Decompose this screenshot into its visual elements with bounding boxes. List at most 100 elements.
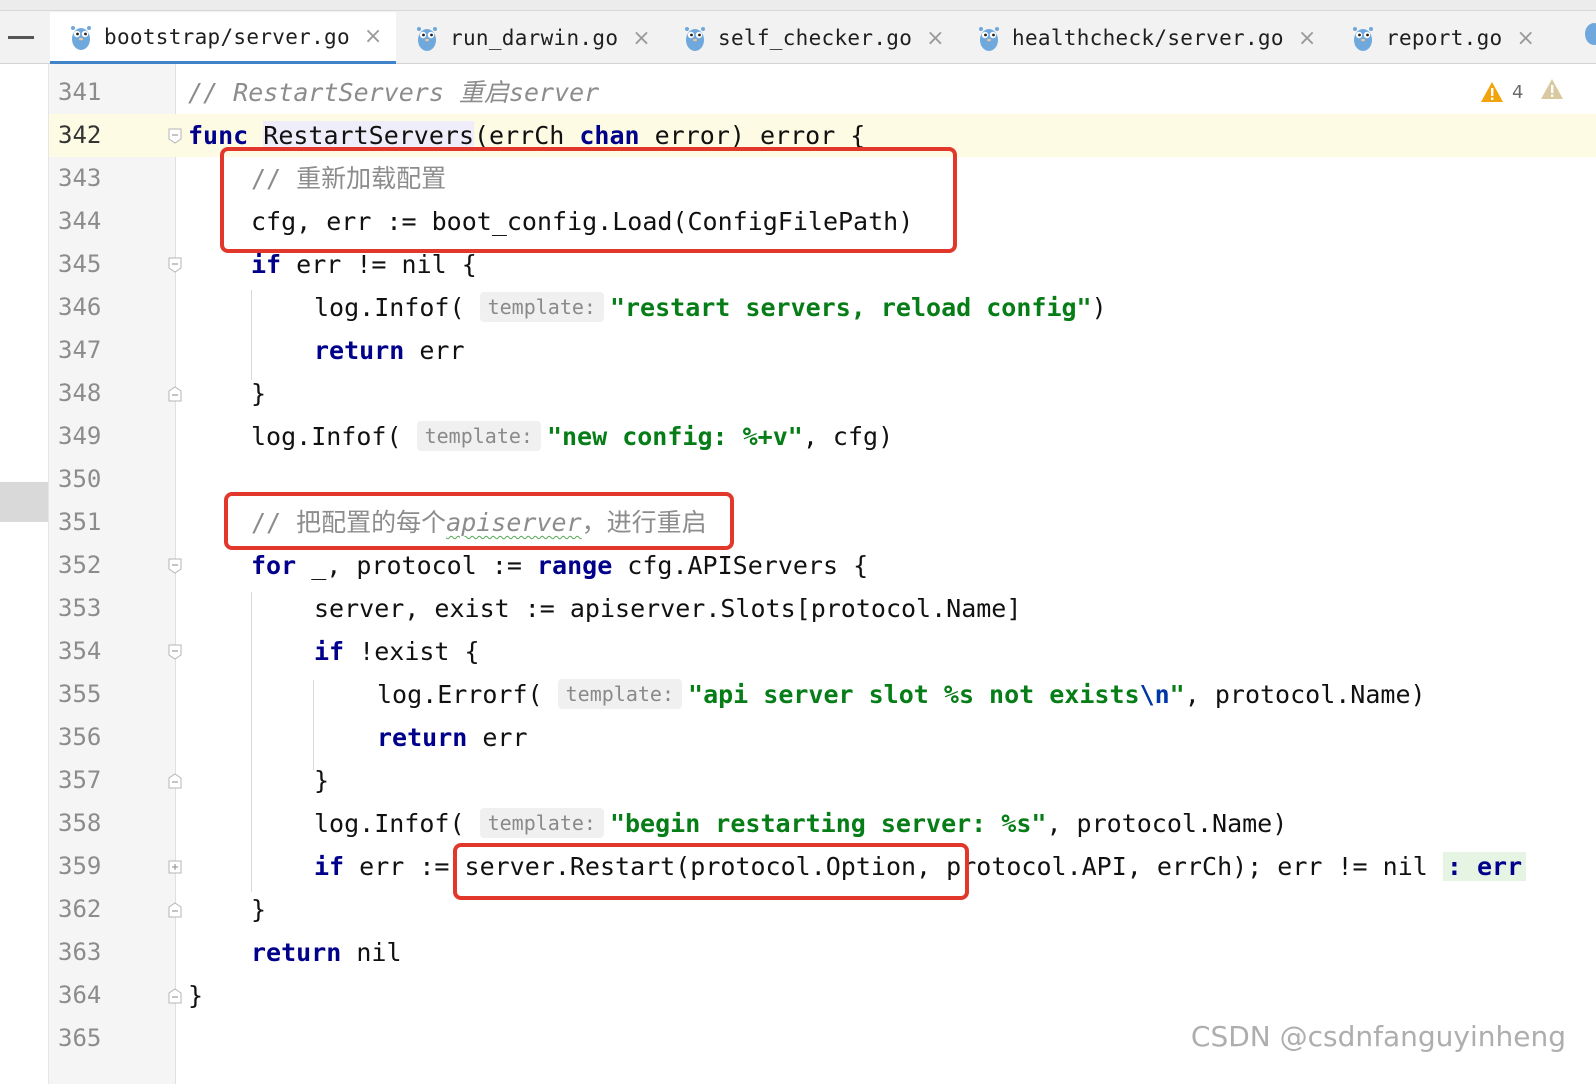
fold-open-icon[interactable] <box>168 257 182 273</box>
code-text: ) <box>1091 293 1107 322</box>
escape-sequence: \n <box>1139 680 1170 709</box>
keyword: if <box>314 852 345 881</box>
tab-label: run_darwin.go <box>450 26 619 50</box>
close-tab-icon[interactable]: × <box>632 26 651 51</box>
keyword: chan <box>579 121 640 150</box>
annotation-box-restart-comment <box>224 492 734 550</box>
line-source: log.Infof( template: "begin restarting se… <box>314 802 1287 845</box>
line-number: 344 <box>58 207 102 235</box>
line-source: for _, protocol := range cfg.APIServers … <box>251 544 868 587</box>
parameter-hint: template: <box>479 292 604 322</box>
line-number: 343 <box>58 164 102 192</box>
line-number: 359 <box>58 852 102 880</box>
string-literal: "new config: %+v" <box>546 422 803 451</box>
line-number: 353 <box>58 594 102 622</box>
close-tab-icon[interactable]: × <box>1517 26 1536 51</box>
keyword: if <box>251 250 282 279</box>
parameter-hint: template: <box>557 679 683 709</box>
code-text: (errCh <box>474 121 580 150</box>
fold-open-icon[interactable] <box>168 558 182 574</box>
keyword: if <box>314 637 345 666</box>
go-file-icon <box>1353 27 1373 51</box>
string-literal: "api server slot %s not exists <box>688 680 1140 709</box>
code-text: !exist { <box>344 637 480 666</box>
line-number: 354 <box>58 637 102 665</box>
line-number: 357 <box>58 766 102 794</box>
tab-self-checker-go[interactable]: self_checker.go × <box>664 12 958 64</box>
watermark: CSDN @csdnfanguyinheng <box>1190 1020 1566 1053</box>
keyword: return <box>251 938 342 967</box>
line-number: 363 <box>58 938 102 966</box>
code-text: err <box>404 336 465 365</box>
function-name: RestartServers <box>263 121 474 150</box>
line-source: log.Errorf( template: "api server slot %s… <box>377 673 1426 716</box>
tab-run-darwin-go[interactable]: run_darwin.go × <box>396 12 664 64</box>
tab-label: report.go <box>1386 26 1503 50</box>
fold-collapsed-icon[interactable] <box>168 859 182 875</box>
line-number: 341 <box>58 78 102 106</box>
tab-healthcheck-server-go[interactable]: healthcheck/server.go × <box>958 12 1332 64</box>
go-file-icon <box>417 27 437 51</box>
fold-close-icon[interactable] <box>168 902 182 918</box>
code-line[interactable]: 341 // RestartServers 重启server <box>0 71 1596 114</box>
line-number: 345 <box>58 250 102 278</box>
code-text: nil <box>341 938 402 967</box>
more-tabs-icon[interactable] <box>1582 20 1596 46</box>
line-source: log.Infof( template: "restart servers, re… <box>314 286 1107 329</box>
tab-bootstrap-server-go[interactable]: bootstrap/server.go × <box>50 12 396 64</box>
close-tab-icon[interactable]: × <box>1298 26 1317 51</box>
string-literal: " <box>1169 680 1185 709</box>
code-line[interactable]: 364 } <box>0 974 1596 1017</box>
fold-close-icon[interactable] <box>168 988 182 1004</box>
tab-menu-icon[interactable] <box>8 36 34 39</box>
code-text: , protocol.Name) <box>1046 809 1288 838</box>
editor-tab-bar: bootstrap/server.go × run_darwin.go × se… <box>0 0 1596 64</box>
line-source: return nil <box>251 931 402 974</box>
code-text: cfg.APIServers { <box>612 551 869 580</box>
line-number: 348 <box>58 379 102 407</box>
tab-label: self_checker.go <box>718 26 913 50</box>
fold-close-icon[interactable] <box>168 773 182 789</box>
code-line[interactable]: 355 log.Errorf( template: "api server slo… <box>0 673 1596 716</box>
keyword: range <box>536 551 613 580</box>
code-line[interactable]: 363 return nil <box>0 931 1596 974</box>
folded-region[interactable]: : err <box>1442 852 1527 881</box>
code-line[interactable]: 347 return err <box>0 329 1596 372</box>
tab-label: healthcheck/server.go <box>1012 26 1284 50</box>
go-file-icon <box>685 27 705 51</box>
go-file-icon <box>71 25 91 50</box>
line-number: 352 <box>58 551 102 579</box>
line-number: 342 <box>58 121 102 149</box>
close-tab-icon[interactable]: × <box>364 24 383 49</box>
keyword: for <box>251 551 297 580</box>
line-source: if !exist { <box>314 630 480 673</box>
string-literal: "begin restarting server: %s" <box>609 809 1047 838</box>
annotation-box-server-restart <box>453 843 969 900</box>
code-line[interactable]: 353 server, exist := apiserver.Slots[pro… <box>0 587 1596 630</box>
tab-report-go[interactable]: report.go × <box>1332 12 1568 64</box>
code-line[interactable]: 354 if !exist { <box>0 630 1596 673</box>
doc-comment: // RestartServers 重启server <box>188 78 600 107</box>
code-line[interactable]: 358 log.Infof( template: "begin restartin… <box>0 802 1596 845</box>
fold-open-icon[interactable] <box>168 128 182 144</box>
fold-open-icon[interactable] <box>168 644 182 660</box>
line-source: return err <box>314 329 465 372</box>
code-line[interactable]: 346 log.Infof( template: "restart servers… <box>0 286 1596 329</box>
code-line[interactable]: 356 return err <box>0 716 1596 759</box>
line-source: } <box>188 981 204 1010</box>
code-text: , protocol.Name) <box>1184 680 1426 709</box>
close-tab-icon[interactable]: × <box>926 26 945 51</box>
line-source: return err <box>377 716 528 759</box>
fold-close-icon[interactable] <box>168 386 182 402</box>
code-line[interactable]: 357 } <box>0 759 1596 802</box>
string-literal: "restart servers, reload config" <box>609 293 1092 322</box>
code-line[interactable]: 352 for _, protocol := range cfg.APIServ… <box>0 544 1596 587</box>
parameter-hint: template: <box>416 421 541 451</box>
code-text: , cfg) <box>802 422 894 451</box>
keyword: return <box>314 336 405 365</box>
line-source: } <box>314 766 330 795</box>
code-line[interactable]: 349 log.Infof( template: "new config: %+v… <box>0 415 1596 458</box>
code-line[interactable]: 348 } <box>0 372 1596 415</box>
code-text: log.Errorf( <box>377 680 543 709</box>
code-text: error) error { <box>639 121 866 150</box>
